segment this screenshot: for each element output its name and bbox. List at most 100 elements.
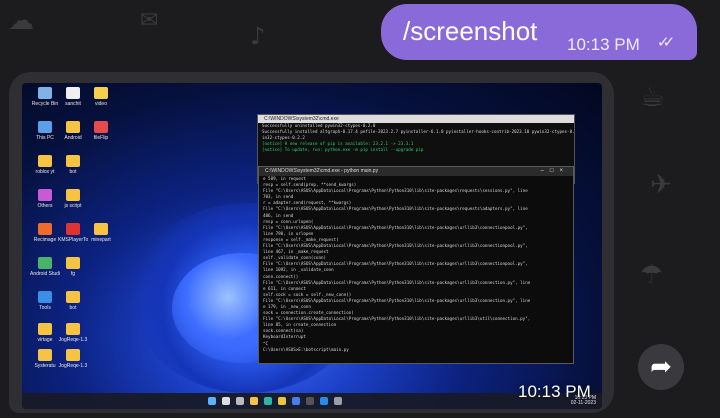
terminal-icon[interactable]: [306, 397, 314, 405]
background-doodle: ☁: [8, 6, 34, 36]
desktop-icon-label: fg: [70, 271, 76, 277]
windows-start-icon[interactable]: [208, 397, 216, 405]
forward-arrow-icon: ➦: [650, 351, 672, 381]
read-receipt-icon: ✓✓: [657, 34, 675, 51]
message-timestamp: 10:13 PM: [518, 382, 591, 401]
desktop-icon[interactable]: video: [86, 87, 116, 107]
desktop-icon[interactable]: JogReqe-1.3: [58, 323, 88, 343]
vscode-icon[interactable]: [320, 397, 328, 405]
desktop-icon-glyph: [66, 291, 80, 303]
file-explorer-icon[interactable]: [250, 397, 258, 405]
terminal-window-foreground[interactable]: C:\WINDOWS\system32\cmd.exe - python mai…: [258, 166, 574, 364]
desktop-icon-label: JogReqe-1.3: [58, 363, 88, 369]
terminal-line: File "C:\Users\ASUS\AppData\Local\Progra…: [263, 279, 531, 285]
desktop-icon-glyph: [94, 87, 108, 99]
desktop-icon-label: virtage: [37, 337, 53, 343]
terminal-output: e 589, in request resp = self.send(prep,…: [259, 176, 573, 353]
desktop-icon[interactable]: Recycle Bin: [30, 87, 60, 107]
desktop-icon-label: js script: [64, 203, 82, 209]
desktop-icon-label: minepart: [91, 237, 111, 243]
desktop-icon-glyph: [66, 223, 80, 235]
desktop-icon[interactable]: Recimage: [30, 223, 60, 243]
desktop-icon-label: Tools: [39, 305, 51, 311]
settings-icon[interactable]: [334, 397, 342, 405]
desktop-icon-label: fileFlip: [93, 135, 109, 141]
desktop-icon-glyph: [38, 223, 52, 235]
desktop-icon[interactable]: KMSPlayerTo...: [58, 223, 88, 243]
desktop-icon-label: Android: [64, 135, 82, 141]
terminal-output: Successfully uninstalled pywin32-ctypes-…: [258, 123, 574, 153]
desktop-icon-glyph: [94, 121, 108, 133]
desktop-icon-glyph: [38, 257, 52, 269]
desktop-icon-label: Systeratu: [34, 363, 56, 369]
desktop-icon-glyph: [66, 87, 80, 99]
desktop-icon[interactable]: fg: [58, 257, 88, 277]
desktop-icon[interactable]: roblox yt: [30, 155, 60, 175]
desktop-icon[interactable]: sanchit: [58, 87, 88, 107]
desktop-icon-label: sanchit: [65, 101, 81, 107]
desktop-icon-glyph: [38, 121, 52, 133]
background-doodle: ☂: [640, 260, 664, 290]
window-controls[interactable]: –□×: [541, 167, 569, 176]
desktop-icon[interactable]: js script: [58, 189, 88, 209]
search-icon[interactable]: [222, 397, 230, 405]
desktop-icon-label: This PC: [36, 135, 54, 141]
incoming-photo-message[interactable]: Recycle Bin sanchit video This PC Android fil…: [9, 72, 614, 413]
desktop-icon[interactable]: Android: [58, 121, 88, 141]
desktop-icon-glyph: [38, 349, 52, 361]
desktop-icon[interactable]: fileFlip: [86, 121, 116, 141]
desktop-icon-label: bot: [69, 169, 77, 175]
store-icon[interactable]: [292, 397, 300, 405]
terminal-line: File "C:\Users\ASUS\AppData\Local\Progra…: [263, 188, 528, 194]
desktop-icon-glyph: [38, 189, 52, 201]
desktop-icon-glyph: [38, 291, 52, 303]
background-doodle: ✉: [140, 8, 159, 33]
terminal-title: C:\WINDOWS\system32\cmd.exe - python mai…: [265, 168, 379, 174]
desktop-icon-label: Others: [37, 203, 53, 209]
desktop-icon[interactable]: minepart: [86, 223, 116, 243]
chrome-icon[interactable]: [278, 397, 286, 405]
desktop-icon-label: KMSPlayerTo...: [58, 237, 88, 243]
desktop-icon-glyph: [66, 121, 80, 133]
desktop-icon-glyph: [66, 189, 80, 201]
desktop-icon[interactable]: This PC: [30, 121, 60, 141]
desktop-icon-glyph: [66, 349, 80, 361]
edge-icon[interactable]: [264, 397, 272, 405]
desktop-icon-label: Recycle Bin: [31, 101, 59, 107]
desktop-icon-label: Recimage: [33, 237, 57, 243]
desktop-icon-label: roblox yt: [35, 169, 55, 175]
message-timestamp: 10:13 PM: [567, 35, 640, 54]
desktop-icon[interactable]: bot: [58, 291, 88, 311]
terminal-line: [notice] To update, run: python.exe -m p…: [262, 147, 424, 153]
desktop-icon-label: bot: [69, 305, 77, 311]
task-view-icon[interactable]: [236, 397, 244, 405]
desktop-icon[interactable]: Systeratu: [30, 349, 60, 369]
desktop-icon[interactable]: Tools: [30, 291, 60, 311]
desktop-icon[interactable]: bot: [58, 155, 88, 175]
terminal-titlebar[interactable]: C:\WINDOWS\system32\cmd.exe: [258, 115, 574, 123]
desktop-icon[interactable]: Others: [30, 189, 60, 209]
terminal-line: File "C:\Users\ASUS\AppData\Local\Progra…: [263, 224, 528, 230]
background-doodle: ✈: [650, 170, 672, 200]
forward-button[interactable]: ➦: [638, 344, 684, 390]
desktop-icon[interactable]: Android Studio: [30, 257, 60, 277]
terminal-line: C:\Users\ASUS>E:\botscript\main.py: [263, 346, 349, 352]
terminal-titlebar[interactable]: C:\WINDOWS\system32\cmd.exe - python mai…: [259, 167, 573, 176]
desktop-icon-glyph: [66, 155, 80, 167]
desktop-icon-glyph: [66, 257, 80, 269]
desktop-icon-glyph: [38, 323, 52, 335]
background-doodle: ☕: [640, 80, 666, 113]
desktop-icon-label: JogReqe-1.3: [58, 337, 88, 343]
outgoing-message-bubble[interactable]: /screenshot 10:13 PM ✓✓: [381, 4, 697, 60]
desktop-icon-glyph: [94, 223, 108, 235]
desktop-icon-label: video: [95, 101, 107, 107]
terminal-line: File "C:\Users\ASUS\AppData\Local\Progra…: [263, 206, 528, 212]
windows-taskbar: 10:13 PM 02-11-2023: [22, 393, 602, 409]
background-doodle: ♪: [250, 22, 266, 50]
desktop-icon[interactable]: virtage: [30, 323, 60, 343]
desktop-icon-label: Android Studio: [30, 271, 60, 277]
terminal-line: Successfully installed altgraph-0.17.4 p…: [262, 129, 574, 135]
desktop-icon-glyph: [66, 323, 80, 335]
screenshot-image[interactable]: Recycle Bin sanchit video This PC Android fil…: [22, 83, 602, 409]
desktop-icon[interactable]: JogReqe-1.3: [58, 349, 88, 369]
